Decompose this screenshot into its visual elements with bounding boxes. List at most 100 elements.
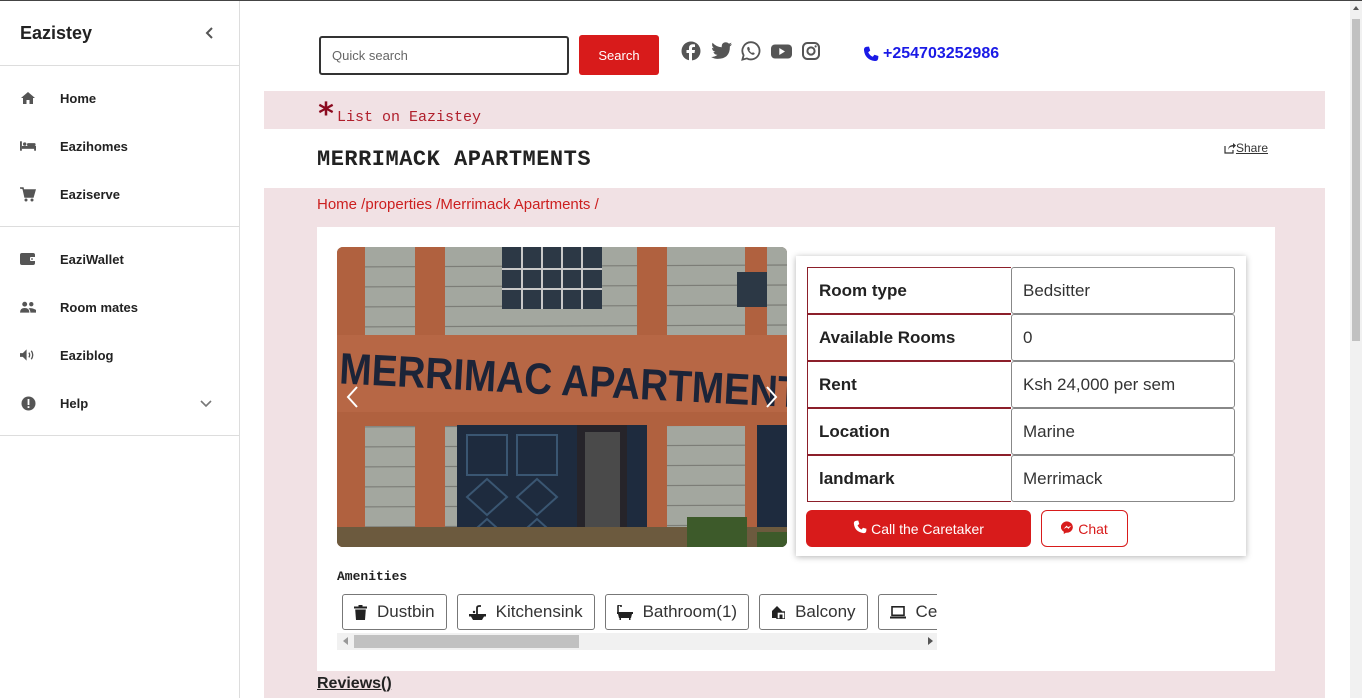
sidebar-item-label: Eaziserve — [60, 186, 120, 202]
phone-icon — [863, 46, 879, 62]
sidebar-item-help[interactable]: Help — [0, 379, 239, 427]
page-scrollbar[interactable] — [1350, 1, 1362, 698]
social-links — [679, 39, 823, 63]
amenities-list: Dustbin Kitchensink Bathroom(1) Balcony … — [337, 589, 937, 630]
chat-button[interactable]: Chat — [1041, 510, 1128, 547]
amenity-label: Ce — [915, 602, 937, 621]
phone-link[interactable]: +254703252986 — [863, 45, 999, 63]
call-button-label: Call the Caretaker — [871, 520, 984, 537]
details-table: Room type Bedsitter Available Rooms 0 Rent… — [807, 267, 1235, 502]
sidebar-item-label: Eaziblog — [60, 347, 114, 363]
instagram-icon[interactable] — [799, 39, 823, 63]
sidebar-item-label: Room mates — [60, 299, 139, 315]
sidebar-item-home[interactable]: Home — [0, 74, 239, 122]
trash-icon — [354, 604, 367, 620]
cart-icon — [20, 186, 36, 202]
detail-value: 0 — [1011, 314, 1235, 361]
balcony-icon — [771, 605, 786, 619]
carousel-next-icon[interactable] — [765, 385, 779, 409]
share-link[interactable]: Share — [1224, 141, 1268, 155]
sidebar-item-label: Home — [60, 90, 97, 106]
detail-value: Marine — [1011, 408, 1235, 455]
property-details-panel: Room type Bedsitter Available Rooms 0 Rent… — [796, 256, 1246, 556]
sink-icon — [468, 604, 486, 620]
amenity-item[interactable]: Ce — [877, 594, 937, 630]
wallet-icon — [20, 251, 36, 267]
sidebar-item-eaziwallet[interactable]: EaziWallet — [0, 235, 239, 283]
property-photo: MERRIMAC APARTMENT — [337, 247, 787, 547]
top-bar: Search +254703252986 — [319, 35, 999, 75]
amenity-item[interactable]: Balcony — [759, 594, 868, 630]
home-icon — [20, 90, 36, 106]
sidebar-item-label: EaziWallet — [60, 251, 124, 267]
sidebar-item-label: Help — [60, 395, 89, 411]
detail-key: Rent — [807, 361, 1011, 408]
amenity-item[interactable]: Dustbin — [342, 594, 447, 630]
breadcrumb[interactable]: Home /properties /Merrimack Apartments / — [317, 196, 599, 213]
detail-value: Ksh 24,000 per sem — [1011, 361, 1235, 408]
app-title: Eazistey — [20, 22, 93, 43]
amenity-label: Kitchensink — [495, 602, 583, 621]
laptop-icon — [889, 605, 906, 619]
messenger-icon — [1061, 521, 1073, 534]
youtube-icon[interactable] — [769, 39, 793, 63]
table-row: Rent Ksh 24,000 per sem — [807, 361, 1235, 408]
whatsapp-icon[interactable] — [739, 39, 763, 63]
sidebar-item-roommates[interactable]: Room mates — [0, 283, 239, 331]
scroll-thumb[interactable] — [1352, 19, 1360, 341]
users-icon — [20, 299, 36, 315]
bed-icon — [20, 138, 36, 154]
volume-icon — [20, 347, 36, 363]
table-row: Room type Bedsitter — [807, 267, 1235, 314]
detail-value: Bedsitter — [1011, 267, 1235, 314]
property-card: MERRIMAC APARTMENT Room type Bedsitter A… — [317, 227, 1275, 671]
table-row: landmark Merrimack — [807, 455, 1235, 502]
share-label: Share — [1235, 141, 1268, 155]
search-input[interactable] — [319, 35, 569, 75]
sidebar-group-secondary: EaziWallet Room mates Eaziblog Help — [0, 227, 239, 436]
sidebar-header: Eazistey — [0, 1, 239, 66]
sidebar-item-eazihomes[interactable]: Eazihomes — [0, 122, 239, 170]
asterisk-icon: * — [317, 97, 336, 132]
phone-number: +254703252986 — [883, 45, 1000, 62]
detail-key: Available Rooms — [807, 314, 1011, 361]
sidebar-item-eaziserve[interactable]: Eaziserve — [0, 170, 239, 218]
chat-button-label: Chat — [1078, 520, 1108, 537]
property-photo-carousel[interactable]: MERRIMAC APARTMENT — [337, 247, 787, 547]
list-on-link[interactable]: List on Eazistey — [337, 109, 481, 126]
amenity-label: Dustbin — [377, 602, 435, 621]
detail-key: Room type — [807, 267, 1011, 314]
facebook-icon[interactable] — [679, 39, 703, 63]
detail-value: Merrimack — [1011, 455, 1235, 502]
search-button[interactable]: Search — [579, 35, 659, 75]
property-section: Home /properties /Merrimack Apartments / — [264, 188, 1325, 698]
carousel-prev-icon[interactable] — [345, 385, 359, 409]
amenity-item[interactable]: Kitchensink — [456, 594, 595, 630]
share-icon — [1224, 142, 1236, 154]
sidebar: Eazistey Home Eazihomes Eaziserve EaziWa… — [0, 1, 240, 698]
chevron-left-icon[interactable] — [203, 26, 217, 40]
scroll-right-icon[interactable] — [928, 637, 933, 645]
chevron-down-icon[interactable] — [199, 396, 213, 414]
detail-key: landmark — [807, 455, 1011, 502]
table-row: Available Rooms 0 — [807, 314, 1235, 361]
amenities-scrollbar[interactable] — [337, 633, 937, 650]
sidebar-item-eaziblog[interactable]: Eaziblog — [0, 331, 239, 379]
amenity-label: Balcony — [795, 602, 856, 621]
reviews-link[interactable]: Reviews() — [317, 675, 392, 693]
call-caretaker-button[interactable]: Call the Caretaker — [806, 510, 1031, 547]
scroll-thumb[interactable] — [354, 635, 579, 648]
amenities-title: Amenities — [337, 569, 408, 584]
amenity-item[interactable]: Bathroom(1) — [604, 594, 750, 630]
list-banner: * List on Eazistey — [264, 91, 1325, 132]
scroll-up-icon[interactable] — [1353, 6, 1359, 10]
scroll-left-icon[interactable] — [343, 637, 348, 645]
sidebar-group-main: Home Eazihomes Eaziserve — [0, 66, 239, 227]
amenity-label: Bathroom(1) — [642, 602, 738, 621]
page-title: MERRIMACK APARTMENTS — [317, 147, 592, 172]
detail-key: Location — [807, 408, 1011, 455]
main-content: Search +254703252986 * List on Eazistey … — [264, 1, 1325, 698]
twitter-icon[interactable] — [709, 39, 733, 63]
contact-buttons: Call the Caretaker Chat — [806, 510, 1128, 547]
sidebar-item-label: Eazihomes — [60, 138, 128, 154]
